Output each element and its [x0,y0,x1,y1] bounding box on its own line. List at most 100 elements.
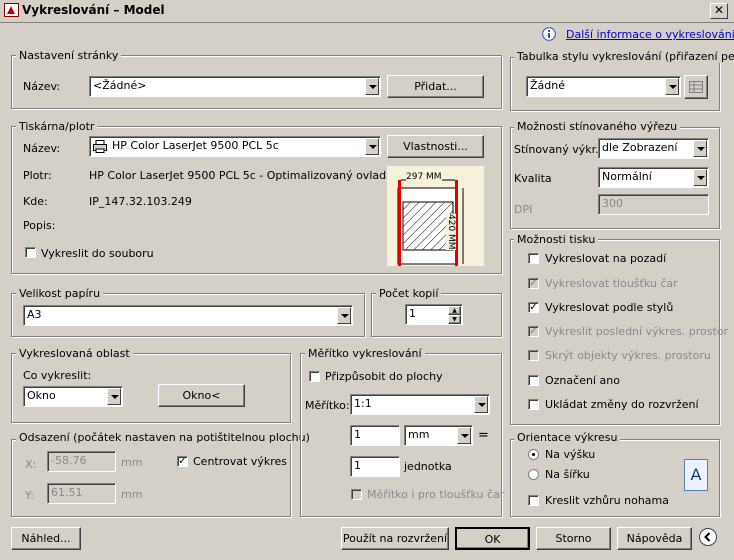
fit-to-paper-label: Přizpůsobit do plochy [325,370,443,383]
printer-icon [93,140,107,153]
chevron-down-icon[interactable] [365,138,379,155]
printer-name-label: Název: [23,142,61,155]
printer-group-label: Tiskárna/plotr [16,120,98,133]
scale-unit-combo[interactable]: mm [404,425,473,446]
where-value: IP_147.32.103.249 [89,195,192,208]
add-page-setup-button[interactable]: Přidat... [387,75,484,98]
chevron-down-icon[interactable] [474,396,488,413]
offset-y-field[interactable]: 61.51 [47,483,116,504]
plot-with-styles-checkbox[interactable]: ✓ [528,302,539,313]
plot-background-checkbox[interactable] [528,253,539,264]
landscape-radio[interactable] [528,469,539,480]
close-button[interactable]: ✕ [710,3,728,19]
what-to-plot-label: Co vykreslit: [23,369,92,382]
plot-options-group-label: Možnosti tisku [514,233,599,246]
page-setup-group-label: Nastavení stránky [16,49,122,62]
plot-paperspace-last-checkbox[interactable]: ✓ [528,326,539,337]
scale-combo[interactable]: 1:1 [350,394,490,415]
plotter-label: Plotr: [23,169,52,182]
window-title: Vykreslování – Model [22,3,165,17]
scale-value: 1:1 [350,394,490,415]
plotter-value: HP Color LaserJet 9500 PCL 5c - Optimali… [89,169,404,182]
printer-name-combo[interactable]: HP Color LaserJet 9500 PCL 5c [89,136,381,157]
printer-properties-button[interactable]: Vlastnosti... [387,135,484,158]
offset-y-unit: mm [121,488,143,501]
page-setup-name-combo[interactable]: <Žádné> [89,76,381,97]
center-plot-checkbox[interactable]: ✓ [177,456,188,467]
dpi-field[interactable]: 300 [598,194,709,215]
plot-lineweights-label: Vykreslovat tloušťku čar [545,277,678,290]
style-table-value: Žádné [526,76,681,97]
window-pick-button[interactable]: Okno< [158,384,245,407]
plot-paperspace-last-label: Vykreslit poslední výkres. prostor [545,325,729,338]
shaded-viewport-group-label: Možnosti stínovaného výřezu [514,120,681,133]
page-setup-name-label: Název: [23,80,61,93]
page-setup-name-value: <Žádné> [89,76,381,97]
what-to-plot-combo[interactable]: Okno [23,386,123,407]
save-to-layout-label: Ukládat změny do rozvržení [545,398,699,411]
scale-lineweights-checkbox[interactable] [351,489,362,500]
plot-scale-group-label: Měřítko vykreslování [305,347,425,360]
collapse-chevron-icon[interactable] [698,527,718,547]
scale-units-field[interactable]: 1 [350,456,400,477]
portrait-label: Na výšku [545,448,596,461]
scale-label: Měřítko: [305,399,350,412]
offset-x-label: X: [25,458,37,471]
ok-button[interactable]: OK [455,527,530,550]
shade-plot-label: Stínovaný výkr. [514,143,599,156]
chevron-down-icon[interactable] [693,140,707,157]
paper-size-combo[interactable]: A3 [23,305,353,326]
apply-to-layout-button[interactable]: Použít na rozvržení [341,527,449,550]
chevron-down-icon[interactable] [337,307,351,324]
quality-combo[interactable]: Normální [598,167,709,188]
copies-down-button[interactable]: ▼ [448,315,461,324]
plot-lineweights-checkbox[interactable]: ✓ [528,278,539,289]
paper-height-label: 420 MM [446,214,456,250]
scale-mm-field[interactable]: 1 [350,425,400,446]
offset-y-label: Y: [25,489,34,502]
app-icon [4,3,19,17]
help-button[interactable]: Nápověda [617,527,692,550]
paper-size-value: A3 [23,305,353,326]
fit-to-paper-checkbox[interactable] [309,371,320,382]
upside-down-checkbox[interactable] [528,495,539,506]
offset-x-unit: mm [121,456,143,469]
paper-width-label: 297 MM [406,172,442,182]
portrait-radio[interactable] [528,449,539,460]
orientation-group-label: Orientace výkresu [514,431,621,444]
plot-area-group-label: Vykreslovaná oblast [16,347,133,360]
scale-lineweights-label: Měřítko i pro tloušťku čar [367,488,505,501]
center-plot-label: Centrovat výkres [193,455,287,468]
paper-size-group-label: Velikost papíru [16,287,104,300]
landscape-label: Na šířku [545,468,590,481]
plot-to-file-checkbox[interactable] [25,247,36,258]
copies-up-button[interactable]: ▲ [448,306,461,315]
dpi-label: DPI [514,203,533,216]
style-table-group-label: Tabulka stylu vykreslování (přiřazení pe… [514,50,734,63]
chevron-down-icon[interactable] [107,388,121,405]
edit-table-icon [689,81,703,93]
save-to-layout-checkbox[interactable] [528,399,539,410]
plot-with-styles-label: Vykreslovat podle stylů [545,301,674,314]
chevron-down-icon[interactable] [665,78,679,95]
hide-paperspace-objects-label: Skrýt objekty výkres. prostoru [545,349,711,362]
chevron-down-icon[interactable] [457,427,471,444]
preview-button[interactable]: Náhled... [11,527,81,550]
chevron-down-icon[interactable] [365,78,379,95]
upside-down-label: Kreslit vzhůru nohama [545,494,670,507]
plot-stamp-checkbox[interactable] [528,375,539,386]
printer-name-value: HP Color LaserJet 9500 PCL 5c [89,136,381,157]
chevron-down-icon[interactable] [693,169,707,186]
description-label: Popis: [23,219,56,232]
cancel-button[interactable]: Storno [536,527,611,550]
plot-to-file-label: Vykreslit do souboru [41,247,154,260]
scale-equals-sign: = [478,428,489,443]
style-table-combo[interactable]: Žádné [526,76,681,97]
quality-label: Kvalita [514,172,552,185]
offset-x-field[interactable]: -58.76 [47,451,116,472]
more-info-link[interactable]: Další informace o vykreslování [566,28,734,41]
plot-stamp-label: Označení ano [545,374,620,387]
hide-paperspace-objects-checkbox[interactable] [528,350,539,361]
edit-style-table-button[interactable] [684,75,708,99]
shade-plot-combo[interactable]: dle Zobrazení [598,138,709,159]
